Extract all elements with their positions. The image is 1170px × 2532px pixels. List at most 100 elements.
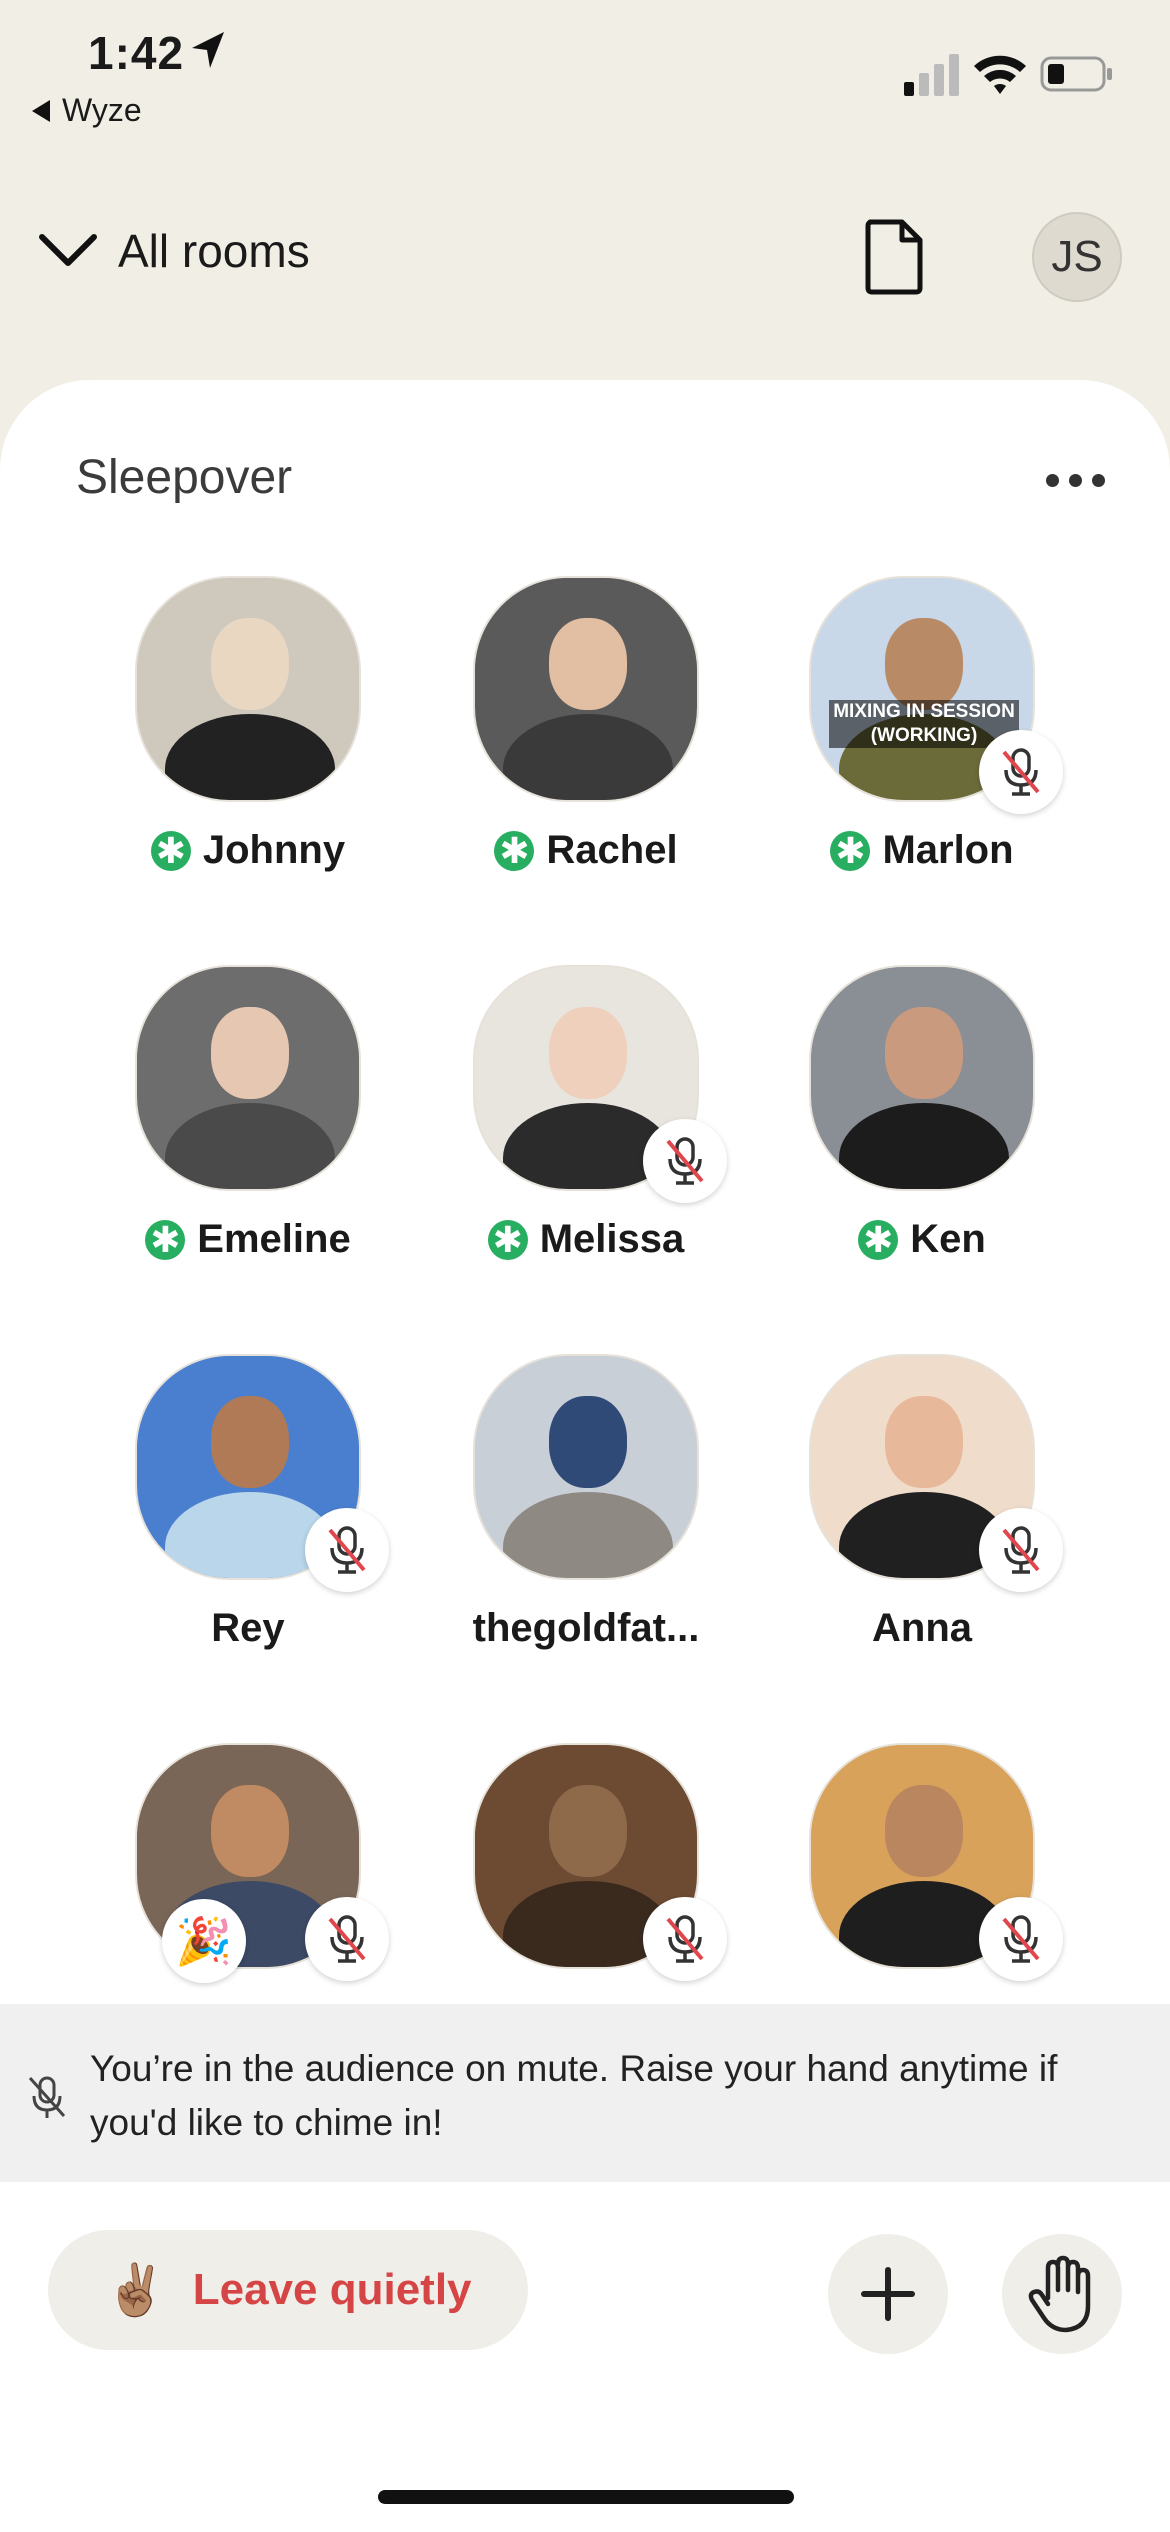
avatar-face: [885, 1785, 963, 1877]
speaker-name: Emeline: [197, 1217, 351, 1261]
avatar-face: [211, 618, 289, 710]
speaker-caption: thegoldfat...: [398, 1606, 774, 1651]
speaker-tile[interactable]: ✱ Rachel: [398, 576, 699, 906]
speaker-tile[interactable]: ✱ Johnny: [60, 576, 361, 906]
back-triangle-icon: [32, 99, 50, 122]
speaker-name: Marlon: [882, 828, 1014, 872]
speaker-tile[interactable]: Anna: [734, 1354, 1063, 1684]
avatar-face: [211, 1785, 289, 1877]
avatar-face: [549, 618, 627, 710]
dot-icon: [1069, 474, 1082, 487]
mute-badge: [305, 1897, 389, 1981]
avatar-face: [885, 618, 963, 710]
banner-text: You’re in the audience on mute. Raise yo…: [90, 2048, 1058, 2143]
asterisk-icon: ✱: [494, 830, 535, 871]
asterisk-icon: ✱: [145, 1219, 186, 1260]
room-card: Sleepover ✱ Johnny ✱ Rachel MIXING IN SE…: [0, 380, 1170, 2532]
muted-mic-icon: [328, 1915, 366, 1963]
speaker-caption: ✱ Rachel: [398, 828, 774, 873]
home-indicator[interactable]: [378, 2490, 794, 2504]
asterisk-icon: ✱: [858, 1219, 899, 1260]
speaker-caption: ✱ Johnny: [60, 828, 436, 873]
header: All rooms JS: [0, 200, 1170, 310]
leave-quietly-label: Leave quietly: [192, 2265, 472, 2314]
speaker-avatar[interactable]: [135, 965, 361, 1191]
speaker-name: Melissa: [539, 1217, 685, 1261]
muted-mic-icon: [1002, 1526, 1040, 1574]
asterisk-icon: ✱: [830, 830, 871, 871]
muted-mic-icon: [666, 1137, 704, 1185]
profile-avatar[interactable]: JS: [1032, 212, 1122, 302]
raise-hand-button[interactable]: [1002, 2234, 1122, 2354]
mute-badge: [643, 1897, 727, 1981]
wifi-icon: [974, 55, 1026, 94]
speaker-caption: ✱ Emeline: [60, 1217, 436, 1262]
back-app-label: Wyze: [62, 92, 142, 128]
muted-mic-icon: [328, 1526, 366, 1574]
cellular-signal-icon: [904, 54, 959, 96]
avatar-face: [885, 1007, 963, 1099]
audience-mute-banner: You’re in the audience on mute. Raise yo…: [0, 2004, 1170, 2182]
speaker-avatar[interactable]: [809, 965, 1035, 1191]
speaker-tile[interactable]: ✱ Emeline: [60, 965, 361, 1295]
speaker-tile[interactable]: ✱ Ken: [734, 965, 1035, 1295]
mute-badge: [643, 1119, 727, 1203]
avatar-body: [503, 714, 673, 800]
hand-icon: [1028, 2255, 1091, 2333]
speaker-tile[interactable]: ✱ Melissa: [398, 965, 727, 1295]
mute-badge: [305, 1508, 389, 1592]
room-title: Sleepover: [76, 451, 293, 504]
speaker-avatar[interactable]: [135, 576, 361, 802]
speaker-caption: ✱ Melissa: [398, 1217, 774, 1262]
muted-mic-icon: [1002, 748, 1040, 796]
speaker-tile[interactable]: thegoldfat...: [398, 1354, 699, 1684]
avatar-body: [165, 1103, 335, 1189]
muted-mic-icon: [1002, 1915, 1040, 1963]
plus-icon: [861, 2267, 915, 2321]
speaker-name: Ken: [910, 1217, 986, 1261]
add-button[interactable]: [828, 2234, 948, 2354]
dot-icon: [1092, 474, 1105, 487]
speaker-caption: Anna: [734, 1606, 1110, 1651]
asterisk-icon: ✱: [487, 1219, 528, 1260]
mute-badge: [979, 1508, 1063, 1592]
speaker-name: Rey: [211, 1606, 285, 1650]
muted-mic-icon: [666, 1915, 704, 1963]
avatar-body: [839, 1103, 1009, 1189]
speaker-tile[interactable]: Rey: [60, 1354, 389, 1684]
speaker-avatar[interactable]: [473, 1354, 699, 1580]
avatar-face: [549, 1396, 627, 1488]
more-options-button[interactable]: [1046, 474, 1105, 487]
document-icon[interactable]: [862, 218, 926, 296]
leave-quietly-button[interactable]: ✌🏽 Leave quietly: [48, 2230, 528, 2350]
battery-icon: [1040, 56, 1112, 92]
back-to-app[interactable]: Wyze: [32, 92, 142, 129]
all-rooms-label: All rooms: [118, 225, 310, 277]
peace-hand-icon: ✌🏽: [104, 2261, 167, 2318]
avatar-face: [549, 1007, 627, 1099]
chevron-down-icon: [39, 234, 97, 266]
speaker-name: thegoldfat...: [472, 1606, 700, 1650]
speaker-name: Anna: [872, 1606, 972, 1650]
speaker-name: Rachel: [546, 828, 678, 872]
speaker-avatar[interactable]: [473, 576, 699, 802]
avatar-overlay-text: MIXING IN SESSION (WORKING): [829, 700, 1019, 748]
dot-icon: [1046, 474, 1059, 487]
avatar-face: [211, 1007, 289, 1099]
party-popper-icon: 🎉: [162, 1899, 246, 1983]
speaker-caption: ✱ Ken: [734, 1217, 1110, 1262]
avatar-face: [211, 1396, 289, 1488]
mute-badge: [979, 730, 1063, 814]
all-rooms-button[interactable]: All rooms: [38, 224, 310, 278]
speaker-caption: Rey: [60, 1606, 436, 1651]
avatar-body: [503, 1492, 673, 1578]
asterisk-icon: ✱: [150, 830, 191, 871]
muted-mic-icon: [28, 2076, 66, 2118]
status-bar: 1:42 Wyze: [0, 0, 1170, 130]
location-arrow-icon: [192, 32, 224, 68]
avatar-face: [885, 1396, 963, 1488]
avatar-body: [165, 714, 335, 800]
speaker-tile[interactable]: MIXING IN SESSION (WORKING) ✱ Marlon: [734, 576, 1063, 906]
speaker-name: Johnny: [202, 828, 346, 872]
mute-badge: [979, 1897, 1063, 1981]
